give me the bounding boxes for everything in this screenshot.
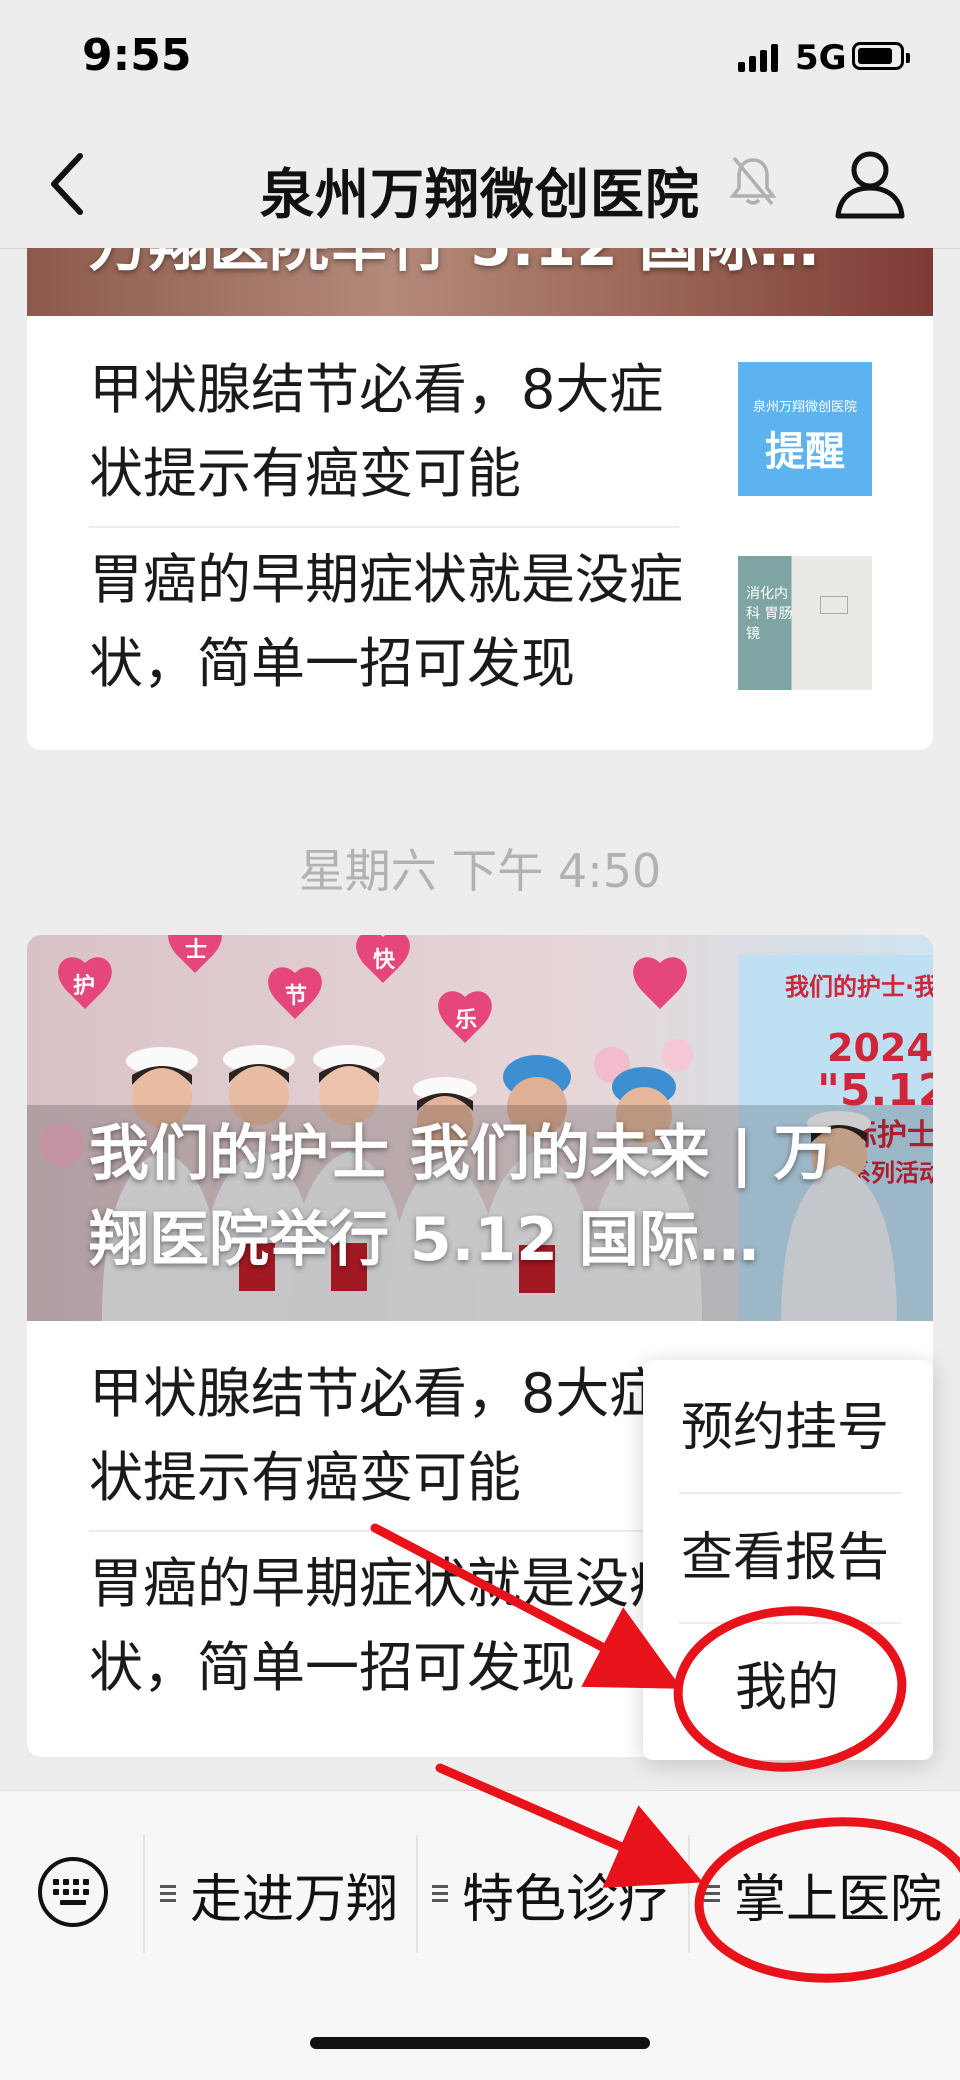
balloon-letter: 乐 [455,1008,477,1033]
cover-title: 我们的护士 我们的未来 | 万翔医院举行 5.12 国际… [89,1119,834,1275]
menu-lines-icon [432,1883,450,1905]
nav-bar: 泉州万翔微创医院 [0,120,960,249]
cover-title-previous: 万翔医院举行 5.12 国际… [89,248,819,288]
bell-off-icon [729,156,777,206]
menu-tab-mobile-hospital[interactable]: 掌上医院 [704,1835,942,1953]
article-item[interactable]: 甲状腺结节必看，8大症状提示有癌变可能 [89,348,689,516]
divider [143,1835,145,1953]
balloon-letter: 士 [185,938,207,963]
divider [688,1835,690,1953]
poster-line-1: 我们的护士·我 [785,973,933,1001]
article-item[interactable]: 胃癌的早期症状就是没症状，简单一招可发现 [89,1542,689,1710]
menu-tab-label: 掌上医院 [734,1869,943,1930]
cover-image-previous[interactable]: 万翔医院举行 5.12 国际… [27,248,933,316]
status-bar: 9:55 5G [0,0,960,120]
menu-item-reports[interactable]: 查看报告 [643,1494,933,1622]
menu-tab-label: 特色诊疗 [462,1869,671,1930]
menu-item-mine[interactable]: 我的 [643,1624,933,1752]
article-title: 胃癌的早期症状就是没症状，简单一招可发现 [89,1552,683,1699]
divider [89,1530,679,1532]
home-indicator [310,2037,650,2049]
article-thumbnail: 消化内科 胃肠镜 [738,556,872,690]
thumbnail-caption: 消化内科 胃肠镜 [746,586,793,642]
divider [89,526,679,528]
menu-tab-label: 走进万翔 [190,1869,399,1930]
menu-item-appointment[interactable]: 预约挂号 [643,1364,933,1492]
thumbnail-label: 提醒 [765,429,845,475]
article-item[interactable]: 胃癌的早期症状就是没症状，简单一招可发现 [89,538,689,706]
poster-year: 2024年 [827,1026,933,1070]
article-title: 胃癌的早期症状就是没症状，简单一招可发现 [89,548,683,695]
signal-icon [738,44,778,72]
thumbnail-caption: 泉州万翔微创医院 [752,400,857,415]
network-label: 5G [795,38,847,78]
balloon-letter: 护 [73,974,95,999]
menu-tab-specialties[interactable]: 特色诊疗 [432,1835,670,1953]
person-icon [835,151,905,219]
page-title: 泉州万翔微创医院 [260,163,700,226]
message-timestamp: 星期六 下午 4:50 [298,844,662,898]
article-title: 甲状腺结节必看，8大症状提示有癌变可能 [89,358,664,505]
balloon-letter: 节 [285,984,307,1009]
keyboard-toggle-button[interactable] [36,1855,110,1929]
balloon-letter: 快 [373,948,396,973]
article-title: 甲状腺结节必看，8大症状提示有癌变可能 [89,1362,664,1509]
menu-lines-icon [160,1883,178,1905]
menu-lines-icon [704,1883,722,1905]
keyboard-icon [38,1857,108,1927]
article-thumbnail: 泉州万翔微创医院 提醒 [738,362,872,496]
profile-button[interactable] [830,144,910,224]
battery-icon [852,42,910,70]
cover-image[interactable]: 我们的护士·我 2024年 "5.12 国际护士 系列活动 护 士 节 快 乐 [27,935,933,1321]
article-item[interactable]: 甲状腺结节必看，8大症状提示有癌变可能 [89,1352,689,1520]
menu-tab-about[interactable]: 走进万翔 [160,1835,398,1953]
submenu-popup: 预约挂号 查看报告 我的 [643,1360,933,1760]
divider [416,1835,418,1953]
status-time: 9:55 [82,30,192,81]
